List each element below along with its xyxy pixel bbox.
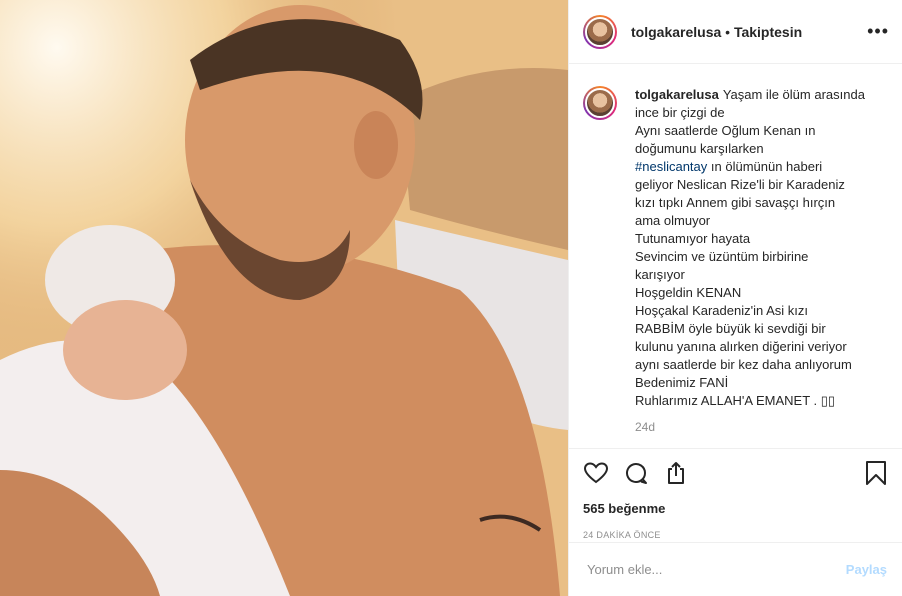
caption-username[interactable]: tolgakarelusa — [635, 87, 719, 102]
post-actions: 565 beğenme 24 DAKİKA ÖNCE — [569, 448, 902, 540]
caption-line: Tutunamıyor hayata — [635, 231, 751, 246]
caption-line: karışıyor — [635, 267, 685, 282]
username-link[interactable]: tolgakarelusa — [631, 24, 721, 40]
caption-area: tolgakarelusa Yaşam ile ölüm arasında inc… — [569, 64, 902, 448]
posted-time: 24 DAKİKA ÖNCE — [583, 530, 661, 540]
caption-line: Yaşam ile ölüm arasında — [722, 87, 865, 102]
caption-line: Ruhlarımız ALLAH'A EMANET . ▯▯ — [635, 393, 836, 408]
comment-input[interactable] — [585, 561, 846, 578]
caption-line: Aynı saatlerde Oğlum Kenan ın — [635, 123, 816, 138]
add-comment-bar: Paylaş — [569, 542, 902, 596]
post-comment-button[interactable]: Paylaş — [846, 562, 887, 577]
caption-line: Sevincim ve üzüntüm birbirine — [635, 249, 809, 264]
likes-count[interactable]: 565 beğenme — [583, 501, 889, 516]
caption-line: ın ölümünün haberi — [707, 159, 823, 174]
caption-timestamp[interactable]: 24d — [635, 420, 887, 434]
caption-line: doğumunu karşılarken — [635, 141, 764, 156]
caption-line: kulunu yanına alırken diğerini veriyor — [635, 339, 847, 354]
heart-icon[interactable] — [583, 460, 609, 486]
caption-line: Bedenimiz FANİ — [635, 375, 729, 390]
post-photo-illustration — [0, 0, 568, 596]
share-icon[interactable] — [663, 460, 689, 486]
caption-line: Hoşçakal Karadeniz'in Asi kızı — [635, 303, 809, 318]
follow-status[interactable]: Takiptesin — [734, 24, 802, 40]
caption-line: Hoşgeldin KENAN — [635, 285, 742, 300]
hashtag-link[interactable]: #neslicantay — [635, 159, 707, 174]
caption-avatar[interactable] — [583, 86, 617, 120]
caption-text: tolgakarelusa Yaşam ile ölüm arasında inc… — [635, 86, 865, 410]
caption-line: kızı tıpkı Annem gibi savaşçı hırçın — [635, 195, 836, 210]
separator-dot: • — [725, 23, 731, 40]
more-options-icon[interactable]: ••• — [867, 21, 889, 42]
post-side-panel: tolgakarelusa • Takiptesin ••• tolgakare… — [568, 0, 902, 596]
header-text: tolgakarelusa • Takiptesin — [631, 24, 867, 40]
avatar[interactable] — [583, 14, 617, 49]
caption-line: ince bir çizgi de — [635, 105, 725, 120]
bookmark-icon[interactable] — [863, 460, 889, 486]
caption-line: RABBİM öyle büyük ki sevdiği bir — [635, 321, 826, 336]
caption-line: aynı saatlerde bir kez daha anlıyorum — [635, 357, 852, 372]
caption-line: ama olmuyor — [635, 213, 711, 228]
post-photo[interactable] — [0, 0, 568, 596]
post-header: tolgakarelusa • Takiptesin ••• — [569, 0, 902, 64]
comment-icon[interactable] — [623, 460, 649, 486]
caption-line: geliyor Neslican Rize'li bir Karadeniz — [635, 177, 845, 192]
